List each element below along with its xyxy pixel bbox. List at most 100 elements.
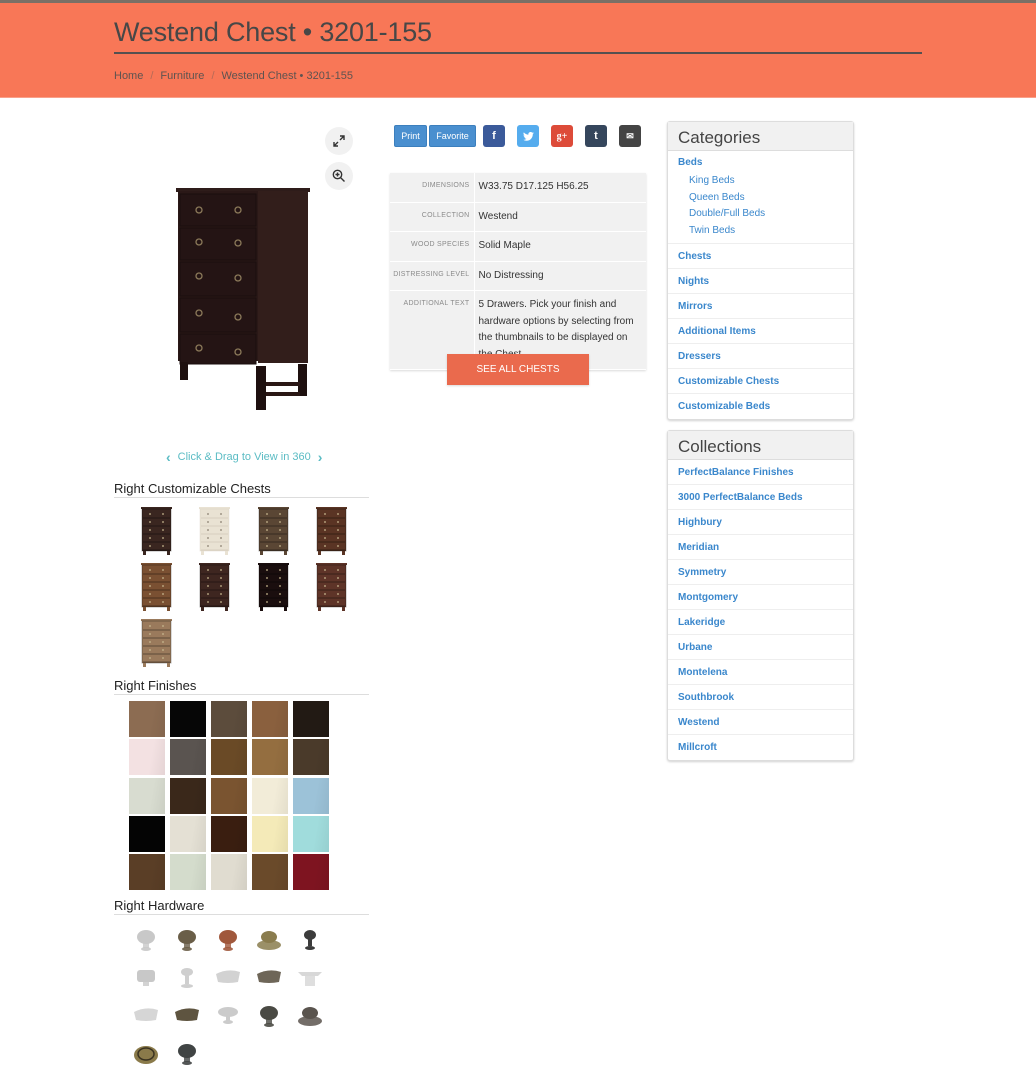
breadcrumb-home[interactable]: Home — [114, 70, 143, 82]
finish-swatch[interactable] — [170, 815, 206, 852]
breadcrumb-separator: / — [211, 70, 215, 82]
view-360-label: Click & Drag to View in 360 — [177, 451, 311, 463]
finish-swatch[interactable] — [252, 815, 288, 852]
hardware-thumbnail[interactable] — [171, 1040, 203, 1068]
hardware-thumbnail[interactable] — [130, 926, 162, 954]
chest-thumbnail[interactable] — [140, 618, 173, 668]
collection-item[interactable]: 3000 PerfectBalance Beds — [668, 485, 853, 510]
finish-swatch[interactable] — [129, 701, 165, 737]
chest-thumbnail[interactable] — [198, 506, 231, 556]
hardware-thumbnail[interactable] — [212, 926, 244, 954]
hardware-thumbnail[interactable] — [253, 1002, 285, 1030]
view-360-control[interactable]: ‹ Click & Drag to View in 360 › — [166, 449, 322, 465]
collection-item[interactable]: Symmetry — [668, 560, 853, 585]
category-item[interactable]: Chests — [668, 244, 853, 269]
finish-swatch[interactable] — [129, 777, 165, 814]
category-queen-beds[interactable]: Queen Beds — [678, 190, 843, 207]
chest-thumbnail[interactable] — [140, 562, 173, 612]
twitter-share-button[interactable] — [517, 125, 539, 147]
facebook-share-button[interactable]: f — [483, 125, 505, 147]
collection-item[interactable]: Southbrook — [668, 685, 853, 710]
finish-swatch[interactable] — [129, 739, 165, 776]
hardware-thumbnail[interactable] — [294, 1002, 326, 1030]
finish-swatch[interactable] — [293, 815, 329, 852]
see-all-chests-button[interactable]: SEE ALL CHESTS — [447, 354, 589, 385]
category-beds[interactable]: Beds — [678, 157, 843, 173]
finish-swatch[interactable] — [252, 854, 288, 891]
finish-swatch[interactable] — [129, 815, 165, 852]
finish-swatch[interactable] — [170, 701, 206, 737]
finish-swatch[interactable] — [211, 854, 247, 891]
collection-item[interactable]: Lakeridge — [668, 610, 853, 635]
spec-value: W33.75 D17.125 H56.25 — [474, 173, 646, 203]
chevron-right-icon[interactable]: › — [318, 449, 323, 465]
finish-swatch[interactable] — [252, 701, 288, 737]
zoom-button[interactable] — [325, 162, 353, 190]
finish-swatch[interactable] — [293, 777, 329, 814]
product-image-360[interactable] — [176, 186, 312, 412]
category-item[interactable]: Dressers — [668, 344, 853, 369]
category-item[interactable]: Customizable Beds — [668, 394, 853, 419]
breadcrumb-separator: / — [150, 70, 154, 82]
hardware-thumbnail[interactable] — [130, 1040, 162, 1068]
email-share-button[interactable]: ✉ — [619, 125, 641, 147]
hardware-thumbnail[interactable] — [130, 964, 162, 992]
google-plus-icon: g+ — [556, 130, 568, 142]
category-item[interactable]: Additional Items — [668, 319, 853, 344]
favorite-button[interactable]: Favorite — [429, 125, 476, 147]
category-item[interactable]: Mirrors — [668, 294, 853, 319]
hardware-thumbnail[interactable] — [253, 926, 285, 954]
hardware-thumbnail[interactable] — [294, 926, 326, 954]
category-king-beds[interactable]: King Beds — [678, 173, 843, 190]
tumblr-share-button[interactable]: t — [585, 125, 607, 147]
chevron-left-icon[interactable]: ‹ — [166, 449, 171, 465]
hardware-thumbnail[interactable] — [253, 964, 285, 992]
finish-swatch[interactable] — [170, 777, 206, 814]
hardware-thumbnail[interactable] — [171, 926, 203, 954]
fullscreen-button[interactable] — [325, 127, 353, 155]
finish-swatch[interactable] — [211, 815, 247, 852]
finish-swatch[interactable] — [293, 854, 329, 891]
finish-swatch[interactable] — [293, 701, 329, 737]
collection-item[interactable]: Millcroft — [668, 735, 853, 760]
hardware-thumbnail[interactable] — [171, 1002, 203, 1030]
collection-item[interactable]: Highbury — [668, 510, 853, 535]
finish-swatch[interactable] — [211, 701, 247, 737]
hardware-thumbnail[interactable] — [130, 1002, 162, 1030]
breadcrumb-current[interactable]: Westend Chest • 3201-155 — [222, 70, 353, 82]
finish-swatch[interactable] — [293, 739, 329, 776]
chest-thumbnail[interactable] — [257, 506, 290, 556]
breadcrumb-furniture[interactable]: Furniture — [160, 70, 204, 82]
finish-swatch[interactable] — [170, 854, 206, 891]
chest-thumbnail[interactable] — [315, 506, 348, 556]
category-double-full-beds[interactable]: Double/Full Beds — [678, 206, 843, 223]
collection-item[interactable]: Meridian — [668, 535, 853, 560]
finish-swatch[interactable] — [211, 739, 247, 776]
collection-item[interactable]: Westend — [668, 710, 853, 735]
collection-item[interactable]: Montelena — [668, 660, 853, 685]
title-divider — [114, 52, 922, 54]
hardware-thumbnail[interactable] — [171, 964, 203, 992]
hardware-thumbnail[interactable] — [212, 1002, 244, 1030]
category-item[interactable]: Nights — [668, 269, 853, 294]
google-plus-share-button[interactable]: g+ — [551, 125, 573, 147]
chest-thumbnail[interactable] — [257, 562, 290, 612]
chests-section-title: Right Customizable Chests — [114, 481, 369, 498]
finish-swatch[interactable] — [252, 777, 288, 814]
chest-thumbnail[interactable] — [198, 562, 231, 612]
chest-thumbnail[interactable] — [140, 506, 173, 556]
print-button[interactable]: Print — [394, 125, 427, 147]
collection-item[interactable]: PerfectBalance Finishes — [668, 460, 853, 485]
category-twin-beds[interactable]: Twin Beds — [678, 223, 843, 240]
category-list: Chests Nights Mirrors Additional Items Dress… — [668, 244, 853, 419]
collection-item[interactable]: Urbane — [668, 635, 853, 660]
chest-thumbnail[interactable] — [315, 562, 348, 612]
hardware-thumbnail[interactable] — [294, 964, 326, 992]
finish-swatch[interactable] — [252, 739, 288, 776]
finish-swatch[interactable] — [129, 854, 165, 891]
finish-swatch[interactable] — [211, 777, 247, 814]
finish-swatch[interactable] — [170, 739, 206, 776]
hardware-thumbnail[interactable] — [212, 964, 244, 992]
category-item[interactable]: Customizable Chests — [668, 369, 853, 394]
collection-item[interactable]: Montgomery — [668, 585, 853, 610]
